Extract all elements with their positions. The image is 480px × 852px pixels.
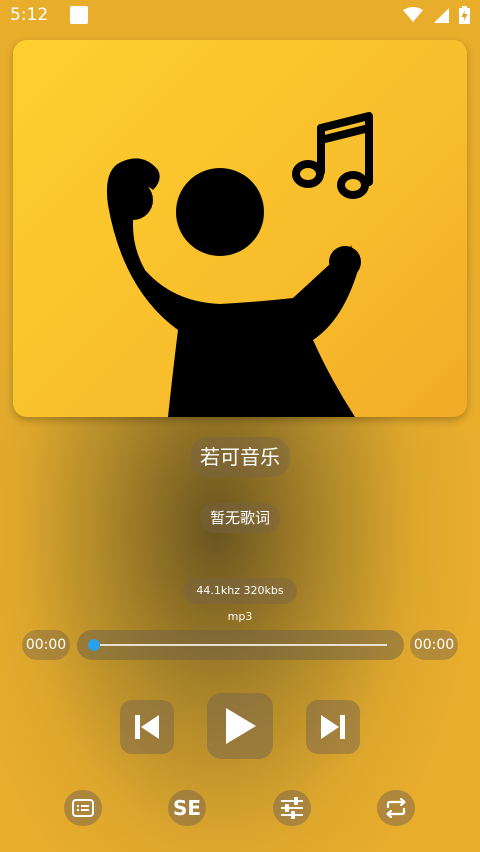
skip-next-icon — [321, 715, 345, 739]
repeat-button[interactable] — [377, 790, 415, 826]
next-button[interactable] — [306, 700, 360, 754]
equalizer-icon — [281, 797, 303, 819]
se-label: SE — [172, 796, 202, 820]
lyrics-button[interactable] — [64, 790, 102, 826]
status-bar: 5:12 — [0, 0, 480, 30]
skip-previous-icon — [135, 715, 159, 739]
progress-track — [94, 644, 387, 646]
album-cover — [13, 40, 467, 417]
status-time: 5:12 — [10, 5, 49, 25]
sound-effect-button[interactable]: SE — [168, 790, 206, 826]
current-time: 00:00 — [22, 630, 70, 660]
play-icon — [226, 708, 256, 744]
lyrics-text[interactable]: 暂无歌词 — [200, 503, 280, 533]
repeat-icon — [386, 797, 406, 819]
equalizer-button[interactable] — [273, 790, 311, 826]
audio-quality-badge: 44.1khz 320kbs mp3 — [183, 578, 297, 623]
previous-button[interactable] — [120, 700, 174, 754]
notification-square-icon — [70, 6, 89, 24]
play-button[interactable] — [207, 693, 273, 759]
progress-thumb[interactable] — [88, 639, 100, 651]
wifi-icon — [403, 7, 423, 22]
total-time: 00:00 — [410, 630, 458, 660]
dancing-person-music-note-logo — [106, 112, 373, 417]
track-title: 若可音乐 — [190, 437, 290, 477]
battery-charging-icon — [459, 6, 470, 24]
signal-icon — [434, 8, 449, 23]
lyrics-list-icon — [72, 799, 94, 817]
status-icons — [403, 6, 470, 24]
progress-slider[interactable] — [77, 630, 404, 660]
